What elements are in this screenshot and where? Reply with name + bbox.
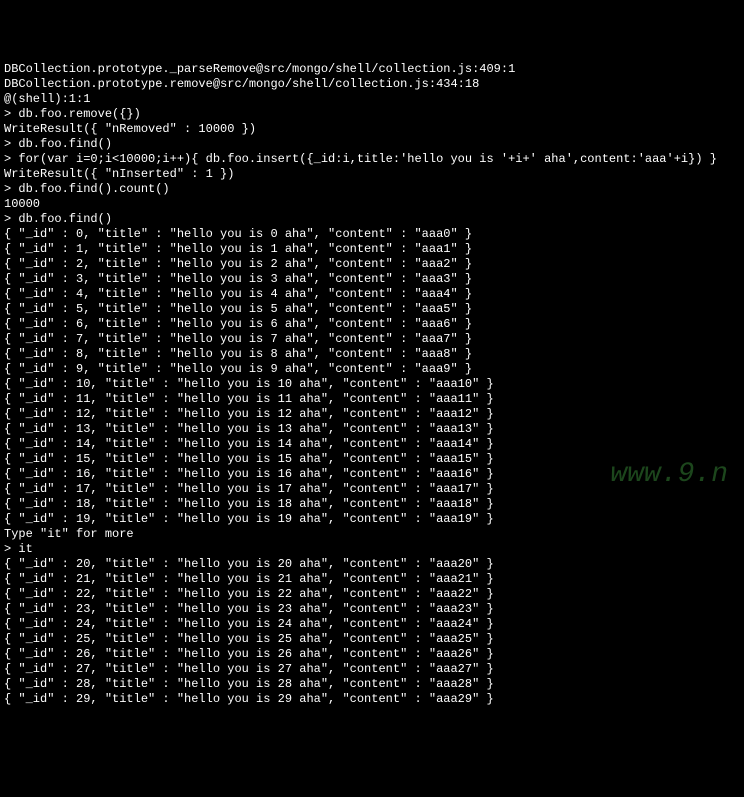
result-row: { "_id" : 6, "title" : "hello you is 6 a… <box>4 317 740 332</box>
result-row: { "_id" : 4, "title" : "hello you is 4 a… <box>4 287 740 302</box>
result-row: { "_id" : 15, "title" : "hello you is 15… <box>4 452 740 467</box>
header-line-0: DBCollection.prototype._parseRemove@src/… <box>4 62 740 77</box>
header-line-10: > db.foo.find() <box>4 212 740 227</box>
header-line-1: DBCollection.prototype.remove@src/mongo/… <box>4 77 740 92</box>
result-row: { "_id" : 21, "title" : "hello you is 21… <box>4 572 740 587</box>
result-row: { "_id" : 13, "title" : "hello you is 13… <box>4 422 740 437</box>
result-row: { "_id" : 8, "title" : "hello you is 8 a… <box>4 347 740 362</box>
result-row: { "_id" : 3, "title" : "hello you is 3 a… <box>4 272 740 287</box>
header-line-6: > for(var i=0;i<10000;i++){ db.foo.inser… <box>4 152 740 167</box>
more-hint: Type "it" for more <box>4 527 740 542</box>
result-row: { "_id" : 18, "title" : "hello you is 18… <box>4 497 740 512</box>
result-row: { "_id" : 26, "title" : "hello you is 26… <box>4 647 740 662</box>
result-row: { "_id" : 11, "title" : "hello you is 11… <box>4 392 740 407</box>
result-row: { "_id" : 14, "title" : "hello you is 14… <box>4 437 740 452</box>
header-line-9: 10000 <box>4 197 740 212</box>
result-row: { "_id" : 27, "title" : "hello you is 27… <box>4 662 740 677</box>
it-command: > it <box>4 542 740 557</box>
result-row: { "_id" : 0, "title" : "hello you is 0 a… <box>4 227 740 242</box>
result-row: { "_id" : 23, "title" : "hello you is 23… <box>4 602 740 617</box>
header-line-8: > db.foo.find().count() <box>4 182 740 197</box>
result-row: { "_id" : 5, "title" : "hello you is 5 a… <box>4 302 740 317</box>
result-row: { "_id" : 10, "title" : "hello you is 10… <box>4 377 740 392</box>
header-line-3: > db.foo.remove({}) <box>4 107 740 122</box>
result-row: { "_id" : 12, "title" : "hello you is 12… <box>4 407 740 422</box>
result-row: { "_id" : 20, "title" : "hello you is 20… <box>4 557 740 572</box>
result-row: { "_id" : 16, "title" : "hello you is 16… <box>4 467 740 482</box>
result-row: { "_id" : 1, "title" : "hello you is 1 a… <box>4 242 740 257</box>
result-row: { "_id" : 29, "title" : "hello you is 29… <box>4 692 740 707</box>
result-row: { "_id" : 17, "title" : "hello you is 17… <box>4 482 740 497</box>
result-row: { "_id" : 25, "title" : "hello you is 25… <box>4 632 740 647</box>
header-line-5: > db.foo.find() <box>4 137 740 152</box>
result-row: { "_id" : 2, "title" : "hello you is 2 a… <box>4 257 740 272</box>
result-row: { "_id" : 19, "title" : "hello you is 19… <box>4 512 740 527</box>
header-line-2: @(shell):1:1 <box>4 92 740 107</box>
result-row: { "_id" : 22, "title" : "hello you is 22… <box>4 587 740 602</box>
terminal-output[interactable]: DBCollection.prototype._parseRemove@src/… <box>4 62 740 707</box>
header-line-4: WriteResult({ "nRemoved" : 10000 }) <box>4 122 740 137</box>
result-row: { "_id" : 28, "title" : "hello you is 28… <box>4 677 740 692</box>
result-row: { "_id" : 9, "title" : "hello you is 9 a… <box>4 362 740 377</box>
result-row: { "_id" : 24, "title" : "hello you is 24… <box>4 617 740 632</box>
result-row: { "_id" : 7, "title" : "hello you is 7 a… <box>4 332 740 347</box>
header-line-7: WriteResult({ "nInserted" : 1 }) <box>4 167 740 182</box>
